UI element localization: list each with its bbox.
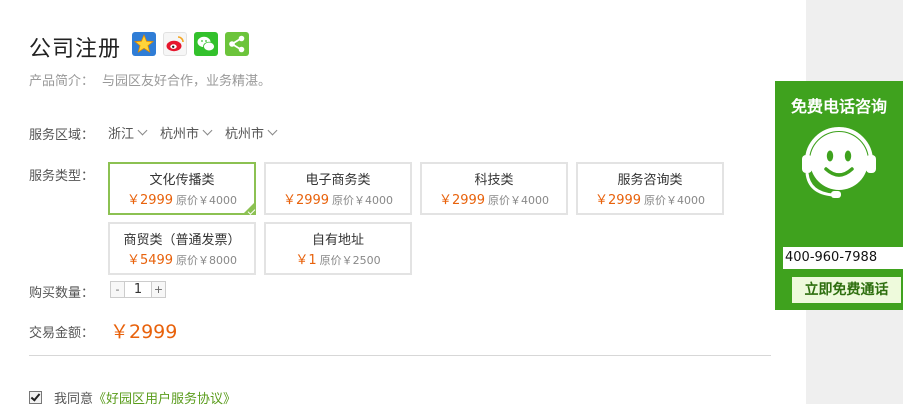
wechat-icon[interactable] bbox=[194, 32, 218, 56]
service-option-price: ￥2999 bbox=[438, 193, 486, 208]
phone-consult-panel: 免费电话咨询 400-960-7988 立即免费通话 bbox=[775, 81, 903, 310]
service-option-original-price: 原价￥4000 bbox=[488, 194, 550, 207]
service-option-price: ￥1 bbox=[295, 253, 317, 268]
service-option-price: ￥5499 bbox=[126, 253, 174, 268]
city-value: 杭州市 bbox=[160, 127, 200, 142]
service-option-name: 商贸类（普通发票） bbox=[123, 233, 241, 248]
service-option-original-price: 原价￥4000 bbox=[332, 194, 394, 207]
service-type-label: 服务类型： bbox=[29, 169, 95, 184]
intro-text: 与园区友好合作，业务精湛。 bbox=[102, 74, 272, 89]
district-value: 杭州市 bbox=[225, 127, 265, 142]
agreement-row: 我同意 《好园区用户服务协议》 bbox=[29, 388, 236, 407]
divider bbox=[29, 355, 771, 356]
chevron-down-icon bbox=[202, 125, 213, 136]
service-option-ecommerce[interactable]: 电子商务类 ￥2999 原价￥4000 bbox=[264, 162, 412, 215]
province-value: 浙江 bbox=[108, 127, 135, 142]
consult-phone-number[interactable]: 400-960-7988 bbox=[783, 247, 903, 269]
service-option-culture[interactable]: 文化传播类 ￥2999 原价￥4000 bbox=[108, 162, 256, 215]
weibo-icon[interactable] bbox=[163, 32, 187, 56]
selected-check-icon bbox=[242, 201, 256, 215]
page-title: 公司注册 bbox=[29, 37, 122, 62]
service-option-price: ￥2999 bbox=[282, 193, 330, 208]
service-option-price: ￥2999 bbox=[594, 193, 642, 208]
quantity-stepper: - 1 + bbox=[110, 281, 166, 298]
agreement-link[interactable]: 《好园区用户服务协议》 bbox=[93, 388, 236, 407]
agreement-checkbox[interactable] bbox=[29, 391, 42, 404]
quantity-input[interactable]: 1 bbox=[125, 281, 151, 298]
service-option-original-price: 原价￥4000 bbox=[176, 194, 238, 207]
chevron-down-icon bbox=[267, 125, 278, 136]
city-select[interactable]: 杭州市 bbox=[160, 123, 213, 142]
qzone-icon[interactable] bbox=[132, 32, 156, 56]
amount-label: 交易金额： bbox=[29, 326, 95, 341]
quantity-increase-button[interactable]: + bbox=[151, 281, 166, 298]
quantity-decrease-button[interactable]: - bbox=[110, 281, 125, 298]
chevron-down-icon bbox=[137, 125, 148, 136]
service-option-original-price: 原价￥8000 bbox=[176, 254, 238, 267]
service-option-tech[interactable]: 科技类 ￥2999 原价￥4000 bbox=[420, 162, 568, 215]
service-option-original-price: 原价￥2500 bbox=[319, 254, 381, 267]
service-option-original-price: 原价￥4000 bbox=[644, 194, 706, 207]
district-select[interactable]: 杭州市 bbox=[225, 123, 278, 142]
service-option-price: ￥2999 bbox=[126, 193, 174, 208]
province-select[interactable]: 浙江 bbox=[108, 123, 148, 142]
region-label: 服务区域： bbox=[29, 128, 95, 143]
consult-title: 免费电话咨询 bbox=[790, 97, 887, 116]
service-option-name: 自有地址 bbox=[311, 233, 364, 248]
customer-service-headset-icon bbox=[799, 121, 879, 201]
share-icon[interactable] bbox=[225, 32, 249, 56]
share-icons-bar bbox=[132, 32, 249, 56]
free-call-button[interactable]: 立即免费通话 bbox=[792, 277, 901, 303]
quantity-label: 购买数量： bbox=[29, 286, 95, 301]
intro-label: 产品简介： bbox=[29, 74, 95, 89]
service-option-trade[interactable]: 商贸类（普通发票） ￥5499 原价￥8000 bbox=[108, 222, 256, 275]
amount-value: ￥2999 bbox=[110, 321, 178, 343]
agreement-text: 我同意 bbox=[54, 392, 94, 407]
region-selectors: 浙江 杭州市 杭州市 bbox=[108, 123, 278, 142]
service-option-own-address[interactable]: 自有地址 ￥1 原价￥2500 bbox=[264, 222, 412, 275]
service-option-name: 文化传播类 bbox=[149, 173, 215, 188]
service-option-name: 科技类 bbox=[474, 173, 514, 188]
service-option-consulting[interactable]: 服务咨询类 ￥2999 原价￥4000 bbox=[576, 162, 724, 215]
product-intro: 产品简介： 与园区友好合作，业务精湛。 bbox=[29, 70, 271, 89]
service-option-name: 电子商务类 bbox=[305, 173, 371, 188]
service-option-name: 服务咨询类 bbox=[617, 173, 683, 188]
